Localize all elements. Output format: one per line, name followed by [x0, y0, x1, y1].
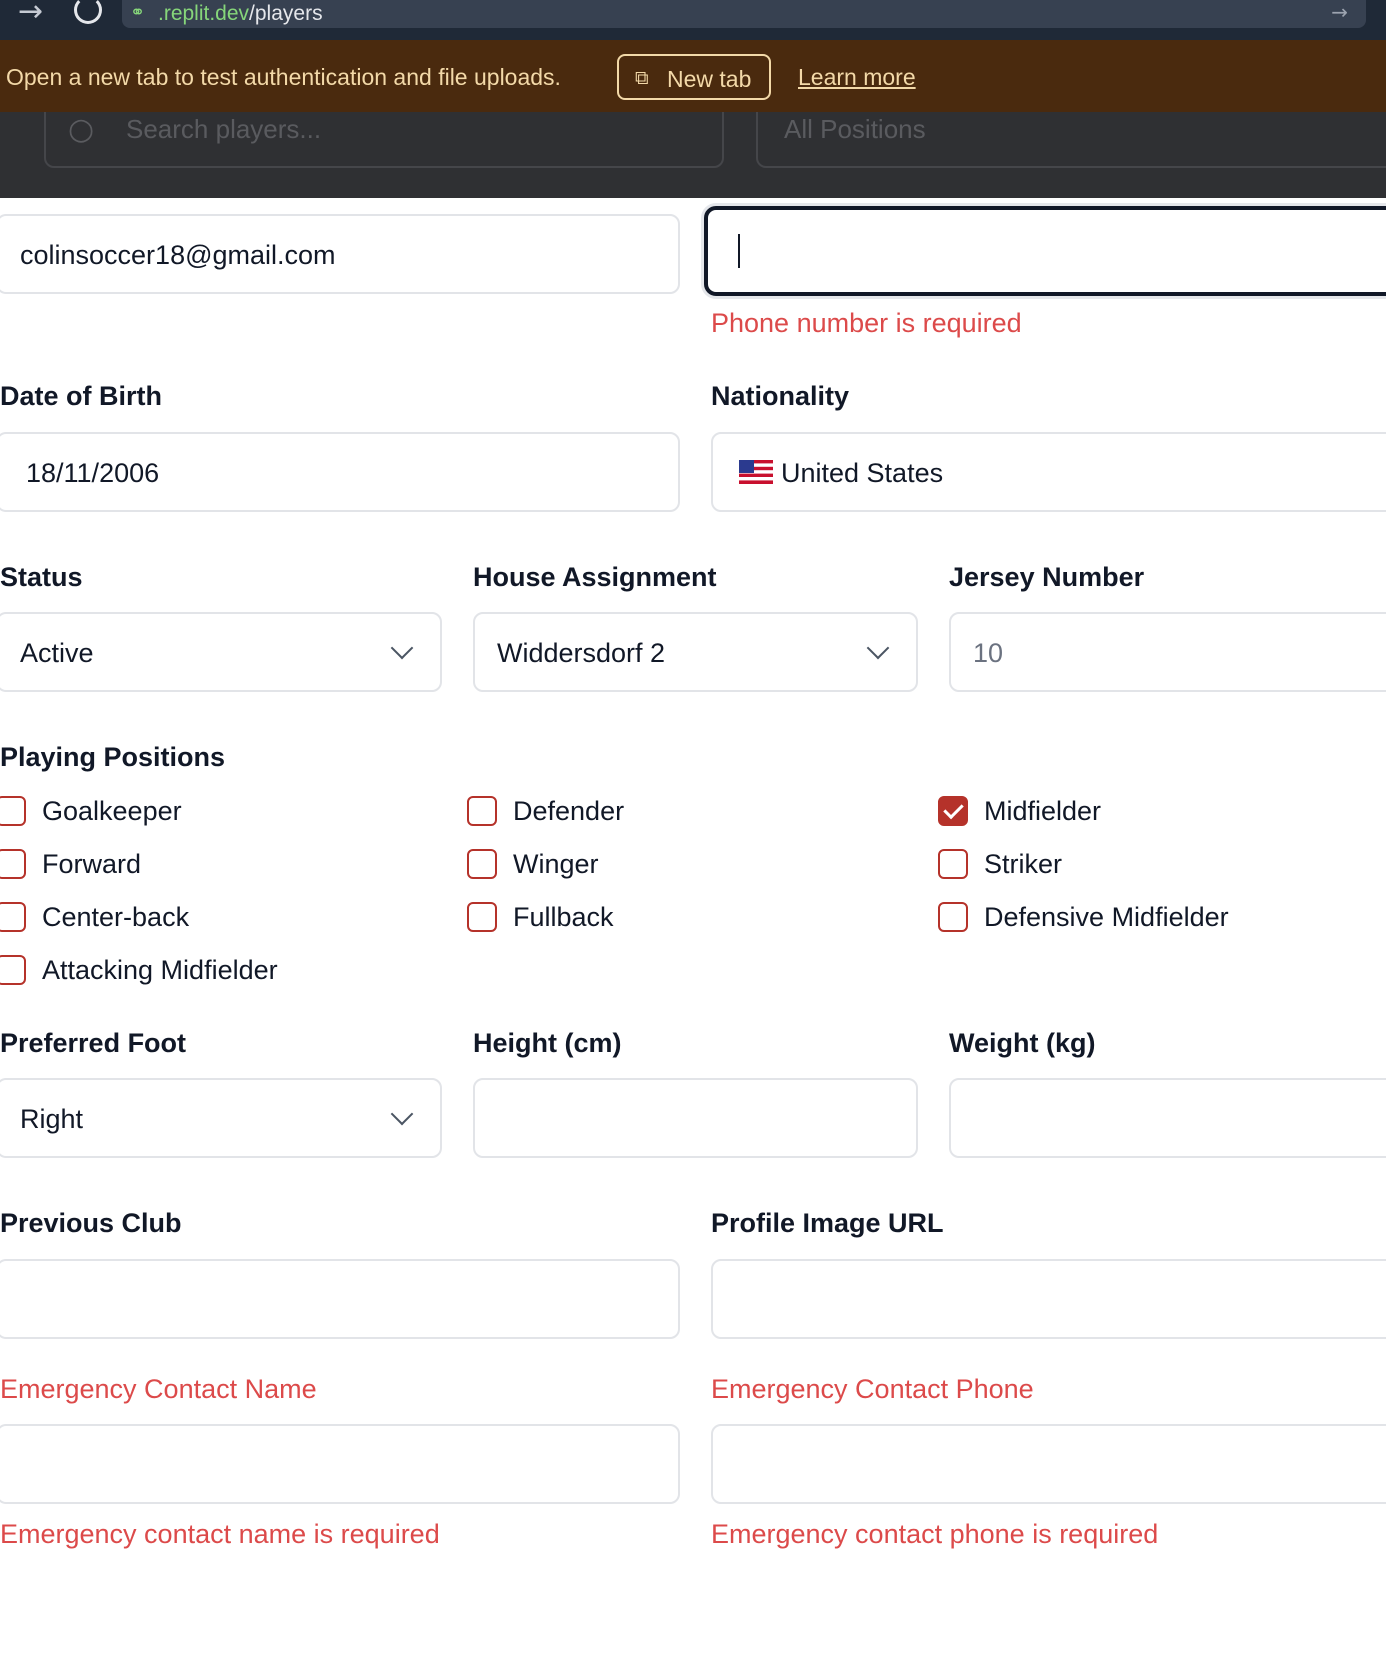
url-text: .replit.dev/players: [158, 2, 323, 25]
house-assignment-select[interactable]: Widdersdorf 2: [473, 612, 918, 692]
position-option-label: Attacking Midfielder: [42, 955, 278, 985]
emergency-contact-phone-input[interactable]: [711, 1424, 1386, 1504]
email-field[interactable]: colinsoccer18@gmail.com: [0, 214, 680, 294]
link-icon: ⚭: [130, 2, 146, 22]
phone-field[interactable]: [704, 206, 1386, 296]
center-back-checkbox[interactable]: [0, 902, 26, 932]
address-bar[interactable]: ⚭ .replit.dev/players →: [122, 0, 1366, 28]
emergency-contact-name-error: Emergency contact name is required: [0, 1519, 440, 1549]
chevron-down-icon: [866, 636, 890, 660]
external-link-icon: ⧉: [635, 67, 649, 89]
chevron-down-icon: [390, 1102, 414, 1126]
nationality-select[interactable]: United States: [711, 432, 1386, 512]
weight-input[interactable]: [949, 1078, 1386, 1158]
learn-more-link[interactable]: Learn more: [798, 64, 916, 91]
winger-checkbox[interactable]: [467, 849, 497, 879]
chevron-down-icon: [390, 636, 414, 660]
position-option-label: Defensive Midfielder: [984, 902, 1229, 932]
reload-icon[interactable]: [74, 0, 102, 24]
date-of-birth-field[interactable]: 18/11/2006: [0, 432, 680, 512]
defender-checkbox[interactable]: [467, 796, 497, 826]
emergency-contact-name-label: Emergency Contact Name: [0, 1374, 317, 1404]
new-tab-button[interactable]: ⧉ New tab: [617, 54, 771, 100]
preferred-foot-select[interactable]: Right: [0, 1078, 442, 1158]
search-icon: ○: [68, 112, 95, 147]
status-select[interactable]: Active: [0, 612, 442, 692]
weight-label: Weight (kg): [949, 1028, 1096, 1058]
position-option-label: Defender: [513, 796, 625, 826]
preferred-foot-label: Preferred Foot: [0, 1028, 187, 1058]
position-option-label: Striker: [984, 849, 1063, 879]
emergency-contact-name-input[interactable]: [0, 1424, 680, 1504]
height-label: Height (cm): [473, 1028, 622, 1058]
banner-message: Open a new tab to test authentication an…: [6, 64, 561, 90]
house-assignment-label: House Assignment: [473, 562, 717, 592]
new-tab-label: New tab: [667, 66, 752, 92]
playing-positions-label: Playing Positions: [0, 742, 226, 772]
previous-club-label: Previous Club: [0, 1208, 182, 1238]
midfielder-checkbox[interactable]: [938, 796, 968, 826]
height-input[interactable]: [473, 1078, 918, 1158]
position-option-label: Midfielder: [984, 796, 1102, 826]
previous-club-input[interactable]: [0, 1259, 680, 1339]
defensive-midfielder-checkbox[interactable]: [938, 902, 968, 932]
emergency-contact-phone-label: Emergency Contact Phone: [711, 1374, 1034, 1404]
emergency-contact-phone-error: Emergency contact phone is required: [711, 1519, 1159, 1549]
background-positions-filter: All Positions: [756, 112, 1386, 168]
go-arrow-icon[interactable]: →: [1331, 0, 1348, 24]
attacking-midfielder-checkbox[interactable]: [0, 955, 26, 985]
jersey-number-input[interactable]: 10: [949, 612, 1386, 692]
position-option-label: Forward: [42, 849, 142, 879]
dob-label: Date of Birth: [0, 381, 162, 411]
us-flag-icon: [739, 460, 773, 484]
modal-backdrop: ○ Search players... All Positions: [0, 112, 1386, 198]
phone-error: Phone number is required: [711, 308, 1022, 338]
goalkeeper-checkbox[interactable]: [0, 796, 26, 826]
position-option-label: Center-back: [42, 902, 190, 932]
background-search-input: ○ Search players...: [44, 112, 724, 168]
profile-image-url-input[interactable]: [711, 1259, 1386, 1339]
browser-toolbar: → ⚭ .replit.dev/players →: [0, 0, 1386, 40]
forward-arrow-icon[interactable]: →: [18, 0, 43, 29]
profile-image-url-label: Profile Image URL: [711, 1208, 944, 1238]
jersey-number-label: Jersey Number: [949, 562, 1145, 592]
status-label: Status: [0, 562, 83, 592]
fullback-checkbox[interactable]: [467, 902, 497, 932]
position-option-label: Winger: [513, 849, 599, 879]
forward-checkbox[interactable]: [0, 849, 26, 879]
position-option-label: Goalkeeper: [42, 796, 182, 826]
text-caret: [738, 234, 740, 268]
new-tab-banner: Open a new tab to test authentication an…: [0, 40, 1386, 112]
striker-checkbox[interactable]: [938, 849, 968, 879]
position-option-label: Fullback: [513, 902, 614, 932]
nationality-label: Nationality: [711, 381, 850, 411]
